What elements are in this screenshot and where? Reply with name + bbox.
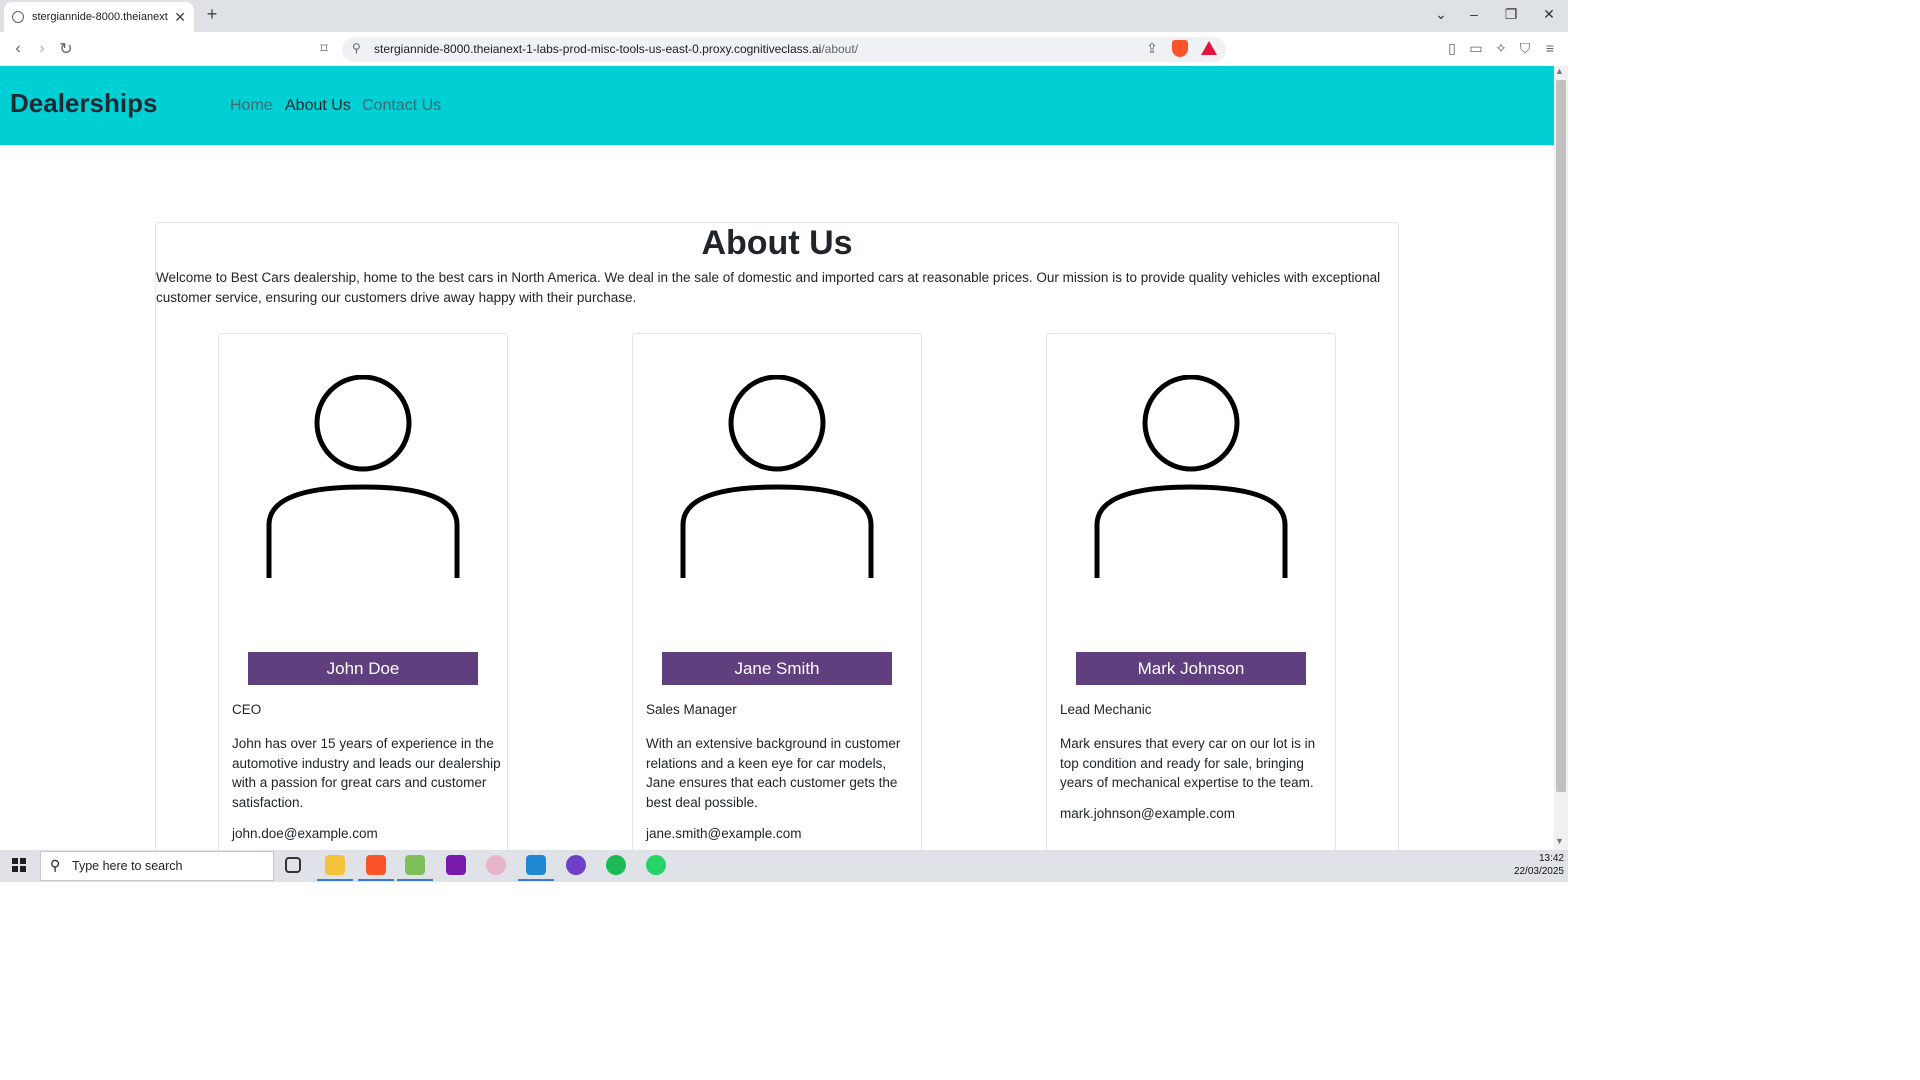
close-tab-icon[interactable]: ✕ (174, 9, 186, 26)
nav-link-about[interactable]: About Us (285, 97, 351, 115)
scrollbar-thumb[interactable] (1556, 80, 1566, 792)
team-role: CEO (232, 702, 262, 717)
page-title: About Us (701, 224, 853, 262)
nav-link-home[interactable]: Home (230, 97, 273, 115)
back-icon[interactable]: ‹ (9, 40, 27, 58)
close-window-icon[interactable]: ✕ (1539, 6, 1559, 23)
forward-icon[interactable]: › (33, 40, 51, 58)
team-bio: Mark ensures that every car on our lot i… (1060, 736, 1316, 791)
team-role: Lead Mechanic (1060, 702, 1152, 717)
reload-icon[interactable]: ↻ (57, 39, 75, 59)
person-avatar-icon (680, 375, 874, 578)
clock-date: 22/03/2025 (1513, 866, 1564, 877)
taskbar-search-placeholder: Type here to search (72, 859, 183, 873)
team-role: Sales Manager (646, 702, 737, 717)
menu-icon[interactable]: ≡ (1541, 40, 1559, 56)
team-email[interactable]: jane.smith@example.com (646, 826, 802, 841)
bookmark-icon[interactable]: ⌑ (315, 40, 333, 57)
browser-tab-bar (0, 0, 1568, 32)
sidebar-icon[interactable]: ▯ (1443, 40, 1461, 57)
globe-icon (12, 11, 24, 23)
vscode-icon[interactable] (518, 855, 554, 881)
url-path: /about/ (821, 42, 859, 56)
team-bio: John has over 15 years of experience in … (232, 736, 501, 810)
site-settings-icon[interactable]: ⚲ (352, 41, 361, 55)
onenote-icon[interactable] (446, 855, 466, 875)
team-name-badge: Mark Johnson (1076, 652, 1306, 685)
person-avatar-icon (1094, 375, 1288, 578)
wallet-icon[interactable]: ▭ (1467, 40, 1485, 57)
url-host: stergiannide-8000.theianext-1-labs-prod-… (374, 42, 822, 56)
new-tab-button[interactable]: + (202, 4, 222, 25)
task-view-icon[interactable] (285, 857, 301, 873)
restore-icon[interactable]: ❐ (1501, 6, 1521, 23)
minimize-icon[interactable]: – (1464, 6, 1484, 22)
team-email[interactable]: mark.johnson@example.com (1060, 806, 1235, 821)
team-name-badge: John Doe (248, 652, 478, 685)
spotify-icon[interactable] (606, 855, 626, 875)
leo-ai-icon[interactable]: ✧ (1492, 40, 1510, 57)
nav-link-contact[interactable]: Contact Us (362, 97, 441, 115)
team-name-badge: Jane Smith (662, 652, 892, 685)
browser-tab[interactable]: stergiannide-8000.theianext-1- ✕ (4, 2, 194, 32)
person-avatar-icon (266, 375, 460, 578)
taskbar-clock[interactable]: 13:42 22/03/2025 (1510, 852, 1564, 878)
team-bio: With an extensive background in customer… (646, 736, 901, 810)
tab-search-icon[interactable]: ⌄ (1431, 6, 1451, 23)
notepad-icon[interactable] (397, 855, 433, 881)
brave-shields-icon[interactable] (1172, 40, 1188, 57)
vpn-icon[interactable]: ⛉ (1516, 40, 1534, 57)
brave-rewards-icon[interactable] (1201, 41, 1217, 55)
site-brand[interactable]: Dealerships (10, 88, 157, 119)
github-desktop-icon[interactable] (566, 855, 586, 875)
about-intro: Welcome to Best Cars dealership, home to… (156, 270, 1381, 305)
paint-icon[interactable] (486, 855, 506, 875)
tab-title: stergiannide-8000.theianext-1- (32, 11, 169, 23)
file-explorer-icon[interactable] (317, 855, 353, 881)
brave-browser-icon[interactable] (358, 855, 394, 881)
clock-time: 13:42 (1538, 853, 1564, 864)
share-icon[interactable]: ⇪ (1143, 40, 1161, 57)
url-text[interactable]: stergiannide-8000.theianext-1-labs-prod-… (374, 42, 858, 56)
scroll-down-icon[interactable]: ▼ (1555, 836, 1564, 846)
team-email[interactable]: john.doe@example.com (232, 826, 378, 841)
search-icon: ⚲ (50, 857, 61, 873)
scroll-up-icon[interactable]: ▲ (1555, 66, 1564, 76)
whatsapp-icon[interactable] (646, 855, 666, 875)
windows-start-icon[interactable] (12, 858, 26, 872)
